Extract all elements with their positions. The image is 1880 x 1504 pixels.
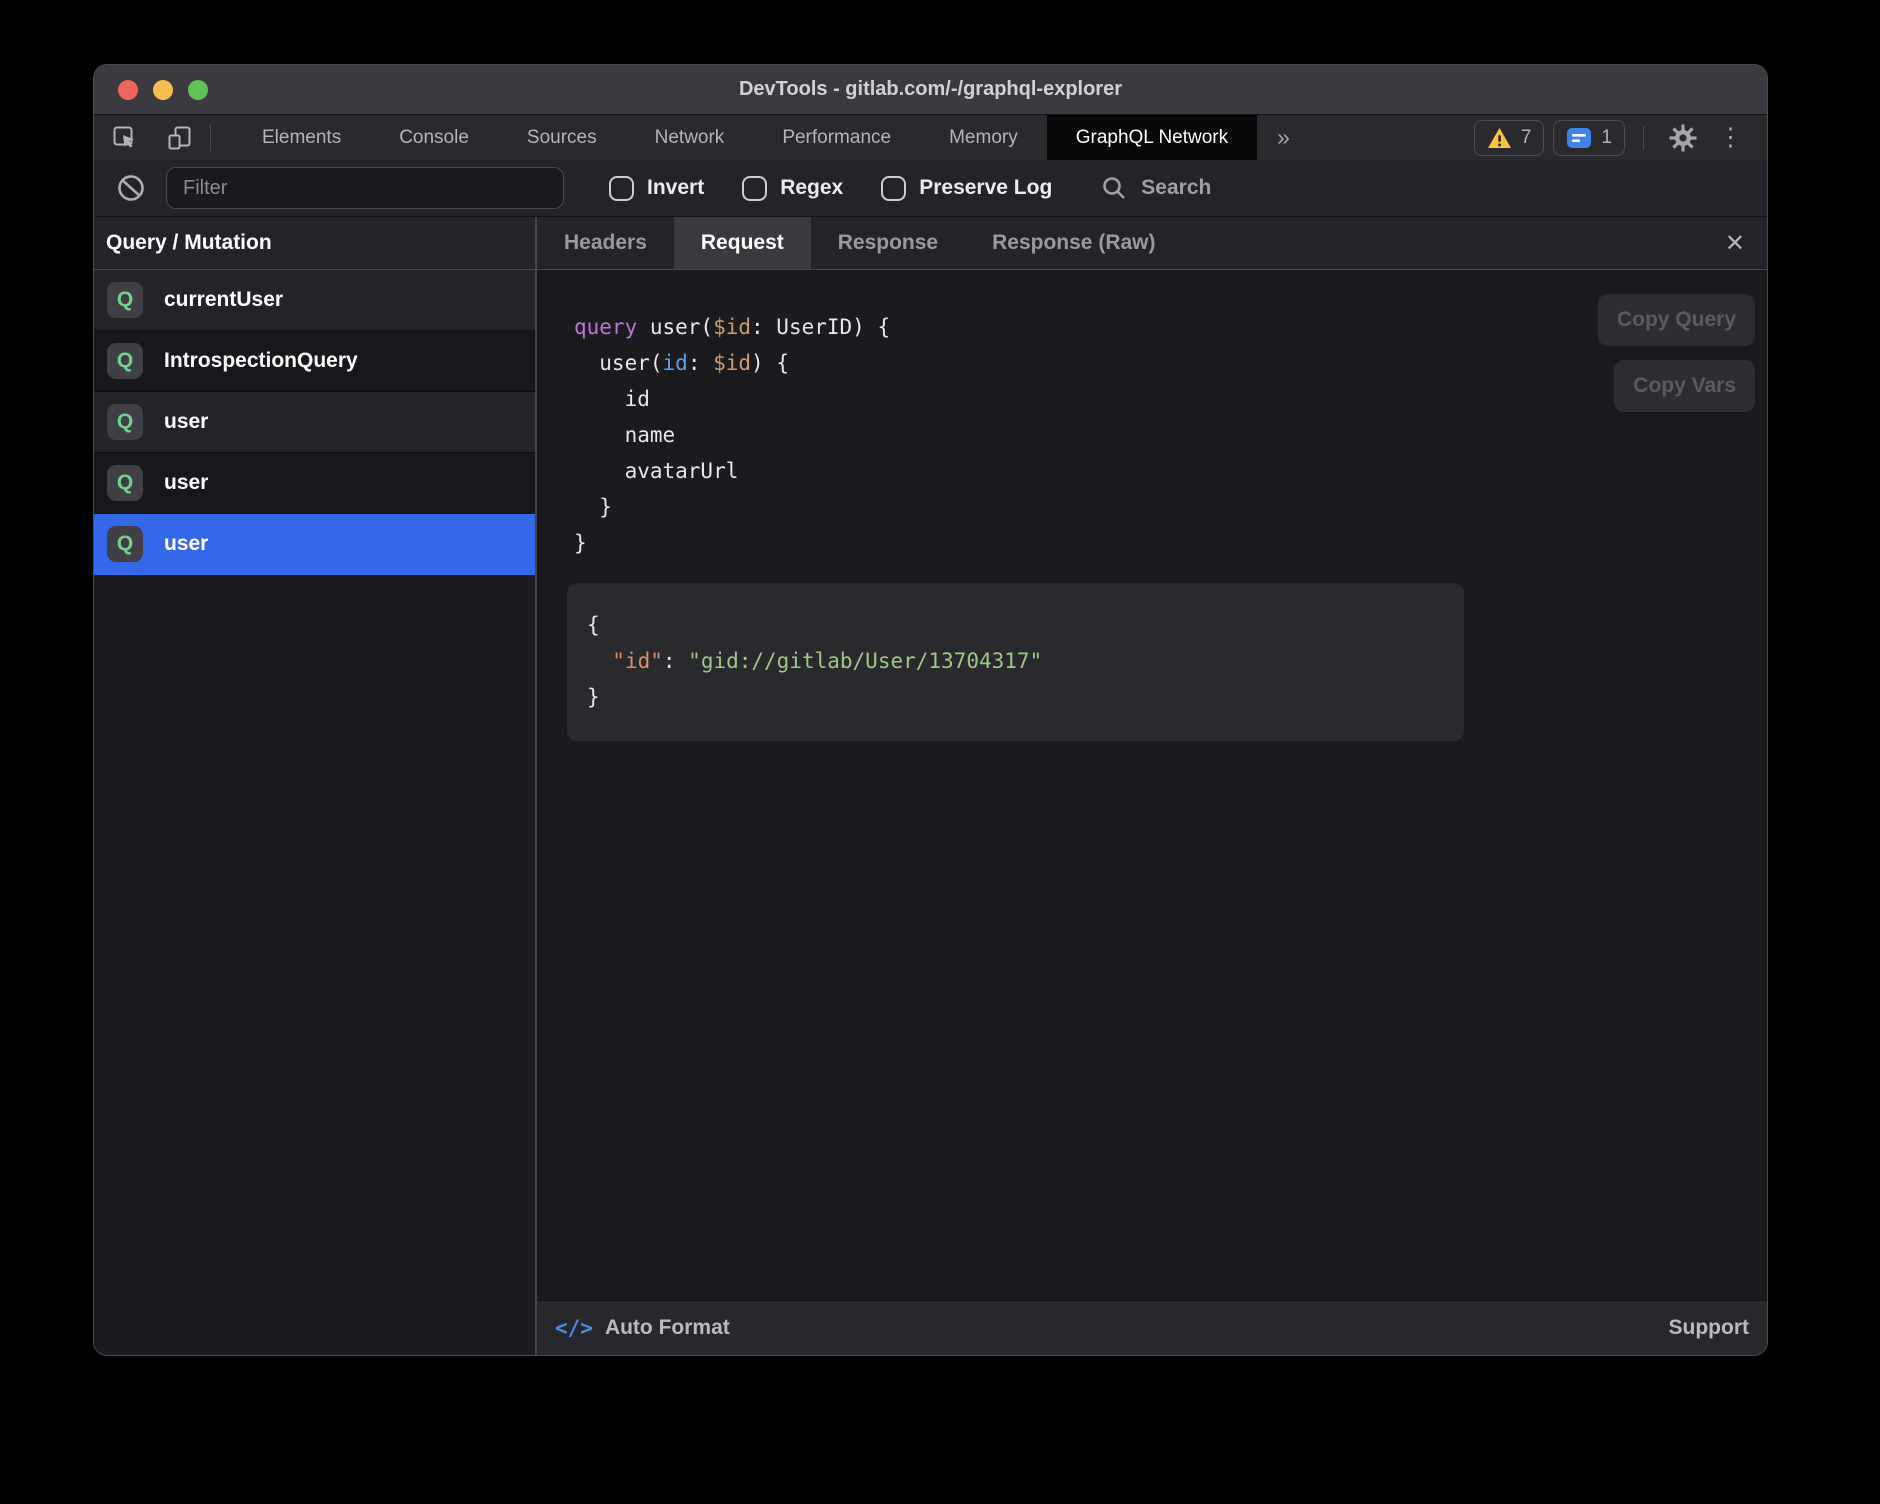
request-view: query user($id: UserID) { user(id: $id) … — [537, 270, 1767, 1300]
panel-tab-graphql-network[interactable]: GraphQL Network — [1047, 115, 1257, 160]
variables-code-line: } — [587, 679, 1436, 715]
query-list-item-user-2[interactable]: Quser — [94, 392, 535, 453]
auto-format-label: Auto Format — [605, 1316, 730, 1340]
query-list-item-user-4[interactable]: Quser — [94, 514, 535, 575]
query-name: user — [164, 532, 208, 556]
main-content: Query / Mutation QcurrentUserQIntrospect… — [94, 217, 1767, 1355]
query-code-line: user(id: $id) { — [574, 345, 1767, 381]
query-list-panel: Query / Mutation QcurrentUserQIntrospect… — [94, 217, 535, 1355]
inspect-icon — [112, 125, 138, 151]
customize-devtools-button[interactable]: ⋮ — [1708, 125, 1753, 150]
devtools-panel-tabs: ElementsConsoleSourcesNetworkPerformance… — [233, 115, 1257, 160]
checkbox-box[interactable] — [742, 176, 767, 201]
more-panels-button[interactable]: » — [1257, 115, 1310, 160]
code-brackets-icon: </> — [555, 1316, 593, 1340]
query-name: currentUser — [164, 288, 283, 312]
window-title: DevTools - gitlab.com/-/graphql-explorer — [94, 78, 1767, 101]
query-type-badge: Q — [107, 282, 143, 318]
query-list-item-introspectionquery-1[interactable]: Q IntrospectionQuery — [94, 331, 535, 392]
detail-tab-response-raw[interactable]: Response (Raw) — [965, 217, 1182, 269]
query-type-badge: Q — [107, 343, 143, 379]
warnings-badge[interactable]: 7 — [1474, 120, 1545, 156]
query-type-badge: Q — [107, 526, 143, 562]
gear-icon — [1668, 123, 1698, 153]
issues-badge[interactable]: 1 — [1553, 120, 1625, 156]
detail-tab-headers[interactable]: Headers — [537, 217, 674, 269]
checkbox-box[interactable] — [881, 176, 906, 201]
block-icon — [116, 173, 146, 203]
panel-tab-console[interactable]: Console — [370, 115, 498, 160]
search-icon — [1100, 174, 1128, 202]
graphql-variables-box: { "id": "gid://gitlab/User/13704317"} — [567, 583, 1464, 741]
settings-button[interactable] — [1658, 123, 1708, 153]
query-type-badge: Q — [107, 404, 143, 440]
clear-requests-button[interactable] — [116, 173, 146, 203]
detail-tab-response[interactable]: Response — [811, 217, 965, 269]
checkbox-preserve-log[interactable]: Preserve Log — [881, 176, 1052, 201]
detail-tab-request[interactable]: Request — [674, 217, 811, 269]
support-link[interactable]: Support — [1669, 1316, 1749, 1340]
query-code-line: avatarUrl — [574, 453, 1767, 489]
request-detail-panel: HeadersRequestResponseResponse (Raw) ✕ qu… — [535, 217, 1767, 1355]
filter-checkboxes: Invert Regex Preserve Log — [609, 176, 1052, 201]
network-filter-bar: Invert Regex Preserve Log Search — [94, 160, 1767, 217]
query-list-item-currentuser-0[interactable]: QcurrentUser — [94, 270, 535, 331]
toolbar-separator — [210, 124, 211, 151]
warning-count: 7 — [1521, 127, 1532, 149]
search-label: Search — [1141, 176, 1211, 200]
chevron-double-right-icon: » — [1277, 124, 1290, 151]
close-detail-button[interactable]: ✕ — [1703, 217, 1767, 269]
devtools-window: DevTools - gitlab.com/-/graphql-explorer… — [93, 64, 1768, 1356]
panel-tab-sources[interactable]: Sources — [498, 115, 626, 160]
inspect-element-button[interactable] — [102, 115, 148, 160]
device-toolbar-icon — [166, 125, 192, 151]
query-list-item-user-3[interactable]: Quser — [94, 453, 535, 514]
variables-code-line: { — [587, 607, 1436, 643]
checkbox-label: Invert — [647, 176, 704, 200]
toolbar-right-group: 7 1 — [1465, 115, 1767, 160]
copy-vars-button[interactable]: Copy Vars — [1614, 360, 1755, 412]
query-list-header: Query / Mutation — [94, 217, 535, 270]
query-code-line: } — [574, 525, 1767, 561]
query-name: IntrospectionQuery — [164, 349, 358, 373]
query-name: user — [164, 471, 208, 495]
query-type-badge: Q — [107, 465, 143, 501]
graphql-query-code: query user($id: UserID) { user(id: $id) … — [537, 270, 1767, 561]
warning-icon — [1487, 127, 1512, 149]
search-button[interactable]: Search — [1100, 174, 1211, 202]
checkbox-box[interactable] — [609, 176, 634, 201]
variables-code-line: "id": "gid://gitlab/User/13704317" — [587, 643, 1436, 679]
title-bar: DevTools - gitlab.com/-/graphql-explorer — [94, 65, 1767, 115]
panel-tab-network[interactable]: Network — [626, 115, 754, 160]
devtools-toolbar: ElementsConsoleSourcesNetworkPerformance… — [94, 115, 1767, 160]
filter-input[interactable] — [166, 167, 564, 209]
panel-tab-elements[interactable]: Elements — [233, 115, 370, 160]
vertical-dots-icon: ⋮ — [1718, 125, 1743, 150]
checkbox-regex[interactable]: Regex — [742, 176, 843, 201]
message-icon — [1566, 127, 1592, 149]
panel-tab-memory[interactable]: Memory — [920, 115, 1047, 160]
close-icon: ✕ — [1725, 229, 1745, 258]
query-name: user — [164, 410, 208, 434]
toolbar-separator — [1643, 126, 1644, 150]
query-code-line: query user($id: UserID) { — [574, 309, 1767, 345]
checkbox-label: Preserve Log — [919, 176, 1052, 200]
detail-footer: </> Auto Format Support — [537, 1300, 1767, 1355]
checkbox-label: Regex — [780, 176, 843, 200]
panel-tab-performance[interactable]: Performance — [753, 115, 920, 160]
query-list: QcurrentUserQIntrospectionQueryQuserQuse… — [94, 270, 535, 575]
device-toolbar-button[interactable] — [156, 115, 202, 160]
query-code-line: name — [574, 417, 1767, 453]
copy-query-button[interactable]: Copy Query — [1598, 294, 1755, 346]
checkbox-invert[interactable]: Invert — [609, 176, 704, 201]
auto-format-button[interactable]: </> Auto Format — [555, 1316, 730, 1340]
issues-count: 1 — [1601, 127, 1612, 149]
query-code-line: } — [574, 489, 1767, 525]
query-code-line: id — [574, 381, 1767, 417]
copy-buttons: Copy Query Copy Vars — [1598, 294, 1755, 412]
detail-tabs: HeadersRequestResponseResponse (Raw) ✕ — [537, 217, 1767, 270]
